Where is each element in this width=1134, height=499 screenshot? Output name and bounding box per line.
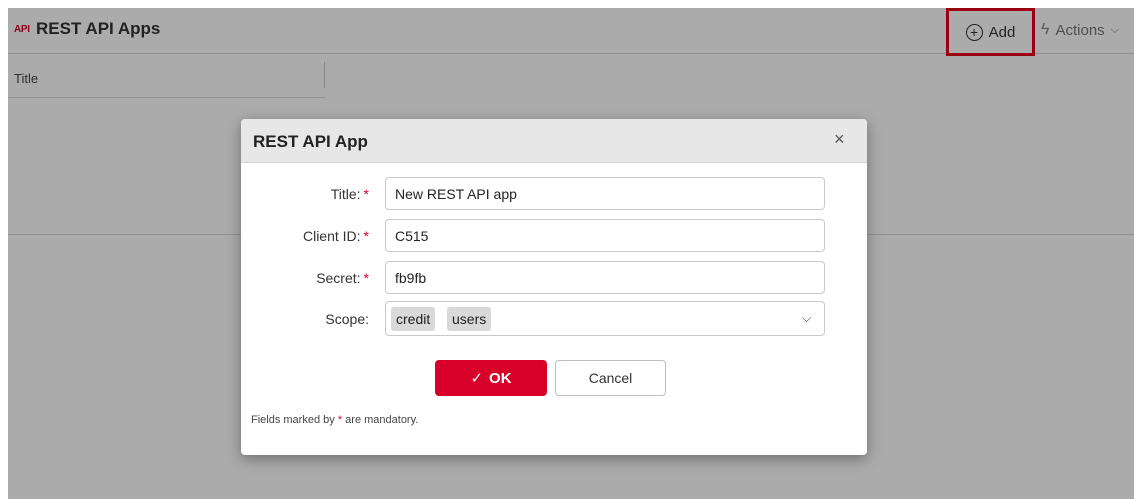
scope-tag-users[interactable]: users — [447, 307, 492, 331]
required-mark: * — [363, 228, 369, 244]
scope-label-text: Scope: — [325, 311, 369, 327]
required-mark: * — [363, 186, 369, 202]
check-icon: ✓ — [470, 370, 484, 387]
mandatory-fields-note: Fields marked by * are mandatory. — [251, 414, 418, 426]
title-label-text: Title: — [330, 186, 361, 202]
scope-tag-credit[interactable]: credit — [391, 307, 436, 331]
secret-label-text: Secret: — [316, 270, 361, 286]
client-id-input[interactable] — [385, 219, 825, 252]
chevron-down-icon[interactable]: ⌵ — [802, 311, 811, 326]
ok-button-label: OK — [489, 369, 512, 387]
footnote-prefix: Fields marked by — [251, 414, 335, 426]
cancel-button-label: Cancel — [588, 370, 633, 386]
required-mark: * — [363, 270, 369, 286]
rest-api-app-dialog: REST API App × Title:* Client ID:* Secre… — [241, 119, 867, 455]
secret-input[interactable] — [385, 261, 825, 294]
title-label: Title: * — [241, 186, 369, 202]
secret-label: Secret: * — [241, 270, 369, 286]
close-icon[interactable]: × — [834, 129, 845, 150]
scope-label: Scope: — [241, 311, 369, 327]
ok-button[interactable]: ✓ OK — [435, 360, 547, 396]
footnote-suffix: are mandatory. — [345, 414, 419, 426]
cancel-button[interactable]: Cancel — [555, 360, 666, 396]
scope-select[interactable]: credit users ⌵ — [385, 301, 825, 336]
title-input[interactable] — [385, 177, 825, 210]
dialog-header: REST API App × — [241, 119, 867, 163]
dialog-title: REST API App — [253, 132, 368, 151]
footnote-required-mark: * — [337, 414, 343, 426]
client-id-label-text: Client ID: — [302, 228, 361, 244]
client-id-label: Client ID: * — [241, 228, 369, 244]
